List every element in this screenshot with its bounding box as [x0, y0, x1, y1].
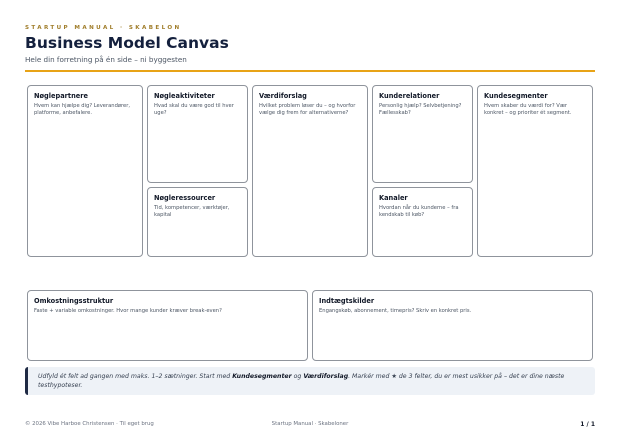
block-title: Nøglepartnere [34, 92, 88, 100]
block-title: Omkostningsstruktur [34, 297, 114, 305]
block-key-partners[interactable]: Nøglepartnere Hvem kan hjælpe dig? Lever… [27, 85, 143, 257]
page-footer: © 2026 Vibe Harboe Christensen · Til ege… [25, 421, 595, 431]
header-divider [25, 70, 595, 72]
eyebrow-label: STARTUP MANUAL · SKABELON [25, 25, 182, 31]
block-title: Kundesegmenter [484, 92, 548, 100]
note-part: Udfyld ét felt ad gangen med maks. 1–2 s… [38, 373, 233, 380]
page-title: Business Model Canvas [25, 34, 229, 52]
block-hint: Faste + variable omkostninger. Hvor mang… [34, 308, 222, 314]
note-text: Udfyld ét felt ad gangen med maks. 1–2 s… [38, 372, 585, 390]
page-subtitle: Hele din forretning på én side – ni bygg… [25, 55, 187, 64]
note-emphasis-segments: Kundesegmenter [232, 373, 292, 380]
instruction-note: Udfyld ét felt ad gangen med maks. 1–2 s… [25, 367, 595, 395]
block-value-proposition[interactable]: Værdiforslag Hvilket problem løser du – … [252, 85, 368, 257]
block-hint: Hvordan når du kunderne – fra kendskab t… [379, 205, 459, 218]
page-number: 1 / 1 [580, 421, 595, 428]
block-customer-relationships[interactable]: Kunderelationer Personlig hjælp? Selvbet… [372, 85, 473, 183]
block-hint: Hvem skaber du værdi for? Vær konkret – … [484, 103, 572, 116]
note-emphasis-value: Værdiforslag [303, 373, 349, 380]
block-title: Indtægtskilder [319, 297, 375, 305]
block-cost-structure[interactable]: Omkostningsstruktur Faste + variable omk… [27, 290, 308, 361]
block-customer-segments[interactable]: Kundesegmenter Hvem skaber du værdi for?… [477, 85, 593, 257]
block-key-activities[interactable]: Nøgleaktiviteter Hvad skal du være god t… [147, 85, 248, 183]
block-title: Nøgleressourcer [154, 194, 216, 202]
block-hint: Hvilket problem løser du – og hvorfor væ… [259, 103, 356, 116]
block-title: Værdiforslag [259, 92, 307, 100]
page-header: STARTUP MANUAL · SKABELON Business Model… [25, 25, 595, 64]
block-hint: Hvad skal du være god til hver uge? [154, 103, 234, 116]
block-hint: Engangskøb, abonnement, timepris? Skriv … [319, 308, 472, 314]
block-hint: Personlig hjælp? Selvbetjening? Fællessk… [379, 103, 462, 116]
block-hint: Hvem kan hjælpe dig? Leverandører, platf… [34, 103, 131, 116]
note-part: og [291, 373, 304, 380]
block-key-resources[interactable]: Nøgleressourcer Tid, kompetencer, værktø… [147, 187, 248, 257]
block-revenue-streams[interactable]: Indtægtskilder Engangskøb, abonnement, t… [312, 290, 593, 361]
block-title: Kunderelationer [379, 92, 440, 100]
block-hint: Tid, kompetencer, værktøjer, kapital [154, 205, 230, 218]
block-channels[interactable]: Kanaler Hvordan når du kunderne – fra ke… [372, 187, 473, 257]
block-title: Nøgleaktiviteter [154, 92, 215, 100]
footer-section: Startup Manual · Skabeloner [271, 421, 349, 427]
block-title: Kanaler [379, 194, 408, 202]
